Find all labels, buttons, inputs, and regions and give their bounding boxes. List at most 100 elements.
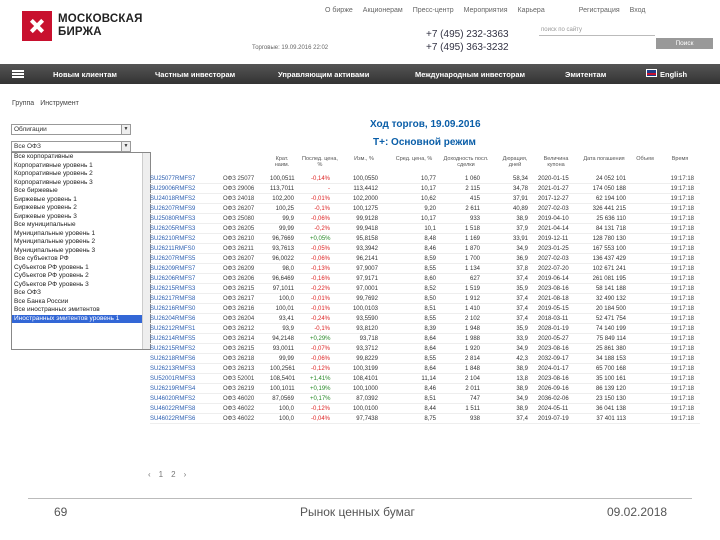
dropdown-option[interactable]: Все муниципальные	[12, 221, 150, 230]
dropdown-option[interactable]: Муниципальные уровень 3	[12, 247, 150, 256]
table-row[interactable]: SU46022RMFS6 ОФЗ 46022 100,0 -0,04% 97,7438 8…	[150, 414, 700, 424]
table-cell[interactable]: SU46020RMFS2	[150, 394, 195, 404]
col-coupon[interactable]: Величина купона	[538, 156, 574, 168]
dropdown-option[interactable]: Биржевые уровень 2	[12, 204, 150, 213]
table-row[interactable]: SU26206RMFS7 ОФЗ 26206 96,6469 -0,16% 97,917…	[150, 274, 700, 284]
toplink-about[interactable]: О бирже	[325, 7, 353, 14]
table-row[interactable]: SU26216RMFS0 ОФЗ 26216 100,01 -0,01% 100,010…	[150, 304, 700, 314]
table-row[interactable]: SU26209RMFS7 ОФЗ 26209 98,0 -0,13% 97,9007 8,…	[150, 264, 700, 274]
col-short-name[interactable]: Крат. наим.	[268, 156, 296, 168]
table-row[interactable]: SU26210RMFS2 ОФЗ 26210 96,7669 +0,05% 95,815…	[150, 234, 700, 244]
tab-group[interactable]: Группа	[12, 100, 34, 107]
nav-asset-managers[interactable]: Управляющим активами	[278, 70, 369, 79]
toplink-press[interactable]: Пресс-центр	[413, 7, 454, 14]
table-cell[interactable]: SU26209RMFS7	[150, 264, 195, 274]
dropdown-option[interactable]: Все ОФЗ	[12, 289, 150, 298]
table-row[interactable]: SU26205RMFS3 ОФЗ 26205 99,99 -0,2% 99,9418 10…	[150, 224, 700, 234]
nav-issuers[interactable]: Эмитентам	[565, 70, 606, 79]
nav-international[interactable]: Международным инвесторам	[415, 70, 525, 79]
dropdown-option[interactable]: Все биржевые	[12, 187, 150, 196]
pager-prev[interactable]: ‹	[148, 470, 151, 479]
search-button[interactable]: Поиск	[656, 38, 713, 49]
table-row[interactable]: SU29006RMFS2 ОФЗ 29006 113,7011 - 113,4412 10…	[150, 184, 700, 194]
table-cell[interactable]: SU26217RMFS8	[150, 294, 195, 304]
table-row[interactable]: SU26214RMFS5 ОФЗ 26214 94,2148 +0,29% 93,718…	[150, 334, 700, 344]
dropdown-option[interactable]: Все Банка России	[12, 298, 150, 307]
table-cell[interactable]: SU26215RMFS2	[150, 344, 195, 354]
dropdown-option[interactable]: Биржевые уровень 3	[12, 213, 150, 222]
col-yield[interactable]: Доходность посл. сделки	[442, 156, 490, 168]
toplink-events[interactable]: Мероприятия	[464, 7, 508, 14]
table-row[interactable]: SU24018RMFS2 ОФЗ 24018 102,200 -0,01% 102,20…	[150, 194, 700, 204]
table-row[interactable]: SU26207RMFS9 ОФЗ 26207 100,25 -0,1% 100,1275…	[150, 204, 700, 214]
table-cell[interactable]: SU46022RMFS6	[150, 414, 195, 424]
table-row[interactable]: SU52001RMFS3 ОФЗ 52001 108,5401 +1,41% 108,4…	[150, 374, 700, 384]
table-cell[interactable]: SU26212RMFS1	[150, 324, 195, 334]
dropdown-option[interactable]: Корпоративные уровень 2	[12, 170, 150, 179]
table-row[interactable]: SU26218RMFS6 ОФЗ 26218 99,99 -0,06% 99,8229 8…	[150, 354, 700, 364]
table-cell[interactable]: SU26215RMFS3	[150, 284, 195, 294]
table-cell[interactable]: SU26216RMFS0	[150, 304, 195, 314]
table-row[interactable]: SU26215RMFS3 ОФЗ 26215 97,1011 -0,22% 97,000…	[150, 284, 700, 294]
table-row[interactable]: SU26207RMFS5 ОФЗ 26207 96,0022 -0,06% 96,214…	[150, 254, 700, 264]
dropdown-option[interactable]: Иностранных эмитентов уровень 1	[12, 314, 150, 323]
table-cell[interactable]: SU26207RMFS5	[150, 254, 195, 264]
table-cell[interactable]: SU52001RMFS3	[150, 374, 195, 384]
group-select[interactable]: Облигации ▼	[11, 124, 131, 135]
toplink-shareholders[interactable]: Акционерам	[363, 7, 403, 14]
dropdown-option[interactable]: Субъектов РФ уровень 3	[12, 281, 150, 290]
table-cell[interactable]: SU26218RMFS6	[150, 354, 195, 364]
pager-page-1[interactable]: 1	[159, 470, 163, 479]
table-cell[interactable]: SU26207RMFS9	[150, 204, 195, 214]
dropdown-option[interactable]: Все субъектов РФ	[12, 255, 150, 264]
dropdown-scrollbar[interactable]	[142, 153, 150, 349]
table-cell[interactable]: SU25080RMFS3	[150, 214, 195, 224]
table-cell[interactable]: SU46022RMFS8	[150, 404, 195, 414]
table-row[interactable]: SU46020RMFS2 ОФЗ 46020 87,0569 +0,17% 87,039…	[150, 394, 700, 404]
dropdown-option[interactable]: Муниципальные уровень 1	[12, 230, 150, 239]
table-row[interactable]: SU26212RMFS1 ОФЗ 26212 93,9 -0,1% 93,8120 8,3…	[150, 324, 700, 334]
table-row[interactable]: SU26204RMFS6 ОФЗ 26204 93,41 -0,24% 93,5590 8…	[150, 314, 700, 324]
nav-new-clients[interactable]: Новым клиентам	[53, 70, 117, 79]
nav-private-investors[interactable]: Частным инвесторам	[155, 70, 235, 79]
col-last-price[interactable]: Послед. цена, %	[300, 156, 340, 168]
pager-next[interactable]: ›	[184, 470, 187, 479]
table-row[interactable]: SU26217RMFS8 ОФЗ 26217 100,0 -0,01% 99,7692 8…	[150, 294, 700, 304]
table-cell[interactable]: SU26204RMFS6	[150, 314, 195, 324]
table-cell[interactable]: SU26214RMFS5	[150, 334, 195, 344]
nav-english[interactable]: English	[660, 70, 687, 79]
table-row[interactable]: SU26211RMFS0 ОФЗ 26211 93,7613 -0,05% 93,394…	[150, 244, 700, 254]
table-cell[interactable]: SU26213RMFS3	[150, 364, 195, 374]
table-cell[interactable]: SU26206RMFS7	[150, 274, 195, 284]
search-input[interactable]: поиск по сайту	[539, 27, 655, 36]
table-row[interactable]: SU26219RMFS4 ОФЗ 26219 100,1011 +0,19% 100,1…	[150, 384, 700, 394]
table-cell[interactable]: SU25077RMFS7	[150, 174, 195, 184]
table-row[interactable]: SU25080RMFS3 ОФЗ 25080 99,9 -0,06% 99,9128 10…	[150, 214, 700, 224]
table-row[interactable]: SU26213RMFS3 ОФЗ 26213 100,2561 -0,12% 100,3…	[150, 364, 700, 374]
col-change[interactable]: Изм., %	[346, 156, 382, 162]
dropdown-option[interactable]: Биржевые уровень 1	[12, 196, 150, 205]
table-row[interactable]: SU25077RMFS7 ОФЗ 25077 100,0511 -0,14% 100,0…	[150, 174, 700, 184]
dropdown-option[interactable]: Корпоративные уровень 1	[12, 162, 150, 171]
table-cell[interactable]: SU29006RMFS2	[150, 184, 195, 194]
toplink-register[interactable]: Регистрация	[579, 7, 620, 14]
dropdown-option[interactable]: Муниципальные уровень 2	[12, 238, 150, 247]
col-maturity[interactable]: Дата погашения	[582, 156, 626, 162]
table-cell[interactable]: SU26205RMFS3	[150, 224, 195, 234]
col-volume[interactable]: Объем	[630, 156, 660, 162]
pager-page-2[interactable]: 2	[171, 470, 175, 479]
col-time[interactable]: Время	[665, 156, 695, 162]
table-cell[interactable]: SU26210RMFS2	[150, 234, 195, 244]
instrument-select[interactable]: Все ОФЗ ▼	[11, 141, 131, 152]
dropdown-option[interactable]: Субъектов РФ уровень 2	[12, 272, 150, 281]
table-cell[interactable]: SU26219RMFS4	[150, 384, 195, 394]
table-row[interactable]: SU46022RMFS8 ОФЗ 46022 100,0 -0,12% 100,0100…	[150, 404, 700, 414]
toplink-career[interactable]: Карьера	[518, 7, 545, 14]
dropdown-option[interactable]: Корпоративные уровень 3	[12, 179, 150, 188]
dropdown-option[interactable]: Все иностранных эмитентов	[12, 306, 150, 315]
table-cell[interactable]: SU24018RMFS2	[150, 194, 195, 204]
table-cell[interactable]: SU26211RMFS0	[150, 244, 195, 254]
menu-icon[interactable]	[12, 70, 24, 78]
dropdown-option[interactable]: Субъектов РФ уровень 1	[12, 264, 150, 273]
moex-logo[interactable]: МОСКОВСКАЯ БИРЖА	[22, 11, 143, 41]
